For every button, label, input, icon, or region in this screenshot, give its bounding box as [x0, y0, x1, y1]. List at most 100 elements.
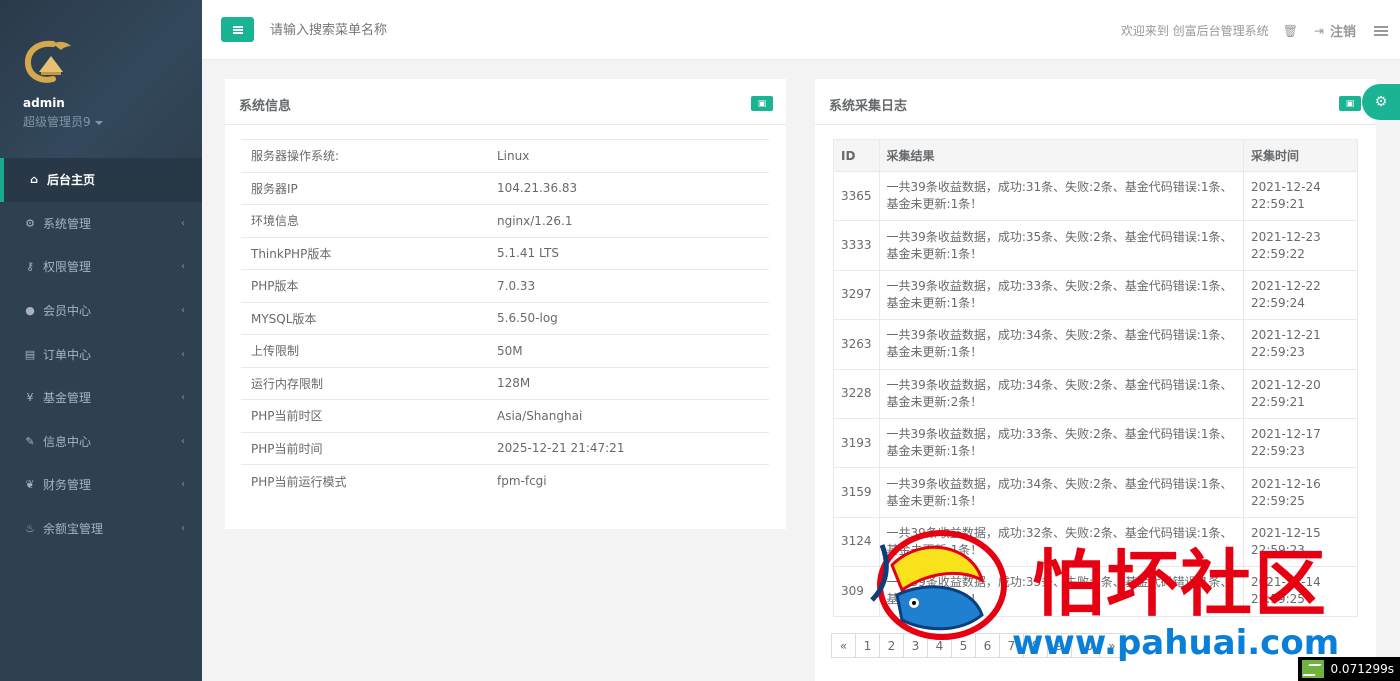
user-name[interactable]: admin: [23, 96, 202, 110]
fire-icon: ♨: [25, 522, 35, 536]
table-row: 3228 一共39条收益数据，成功:34条、失败:2条、基金代码错误:1条、基金未…: [833, 368, 1358, 419]
table-row: 3193 一共39条收益数据，成功:33条、失败:2条、基金代码错误:1条、基金未…: [833, 417, 1358, 469]
sidebar-item-label: 订单中心: [43, 347, 92, 362]
system-info-save-button[interactable]: ▣: [751, 96, 773, 111]
info-key: MYSQL版本: [241, 301, 487, 335]
page-link[interactable]: 9: [1047, 633, 1072, 658]
col-header-id[interactable]: ID: [833, 139, 880, 172]
save-icon: ▣: [1345, 98, 1355, 109]
info-row: PHP当前时区 Asia/Shanghai: [241, 399, 769, 432]
log-time: 2021-12-15 22:59:23: [1243, 516, 1358, 568]
key-icon: ⚷: [25, 260, 35, 274]
collect-log-table: ID 采集结果 采集时间 3365 一共39条收益数据，成功:31条、失败:2条、…: [833, 139, 1358, 617]
log-time: 2021-12-20 22:59:21: [1243, 368, 1358, 419]
page-link[interactable]: 3: [903, 633, 928, 658]
log-date: 2021-12-21: [1251, 328, 1321, 343]
log-date: 2021-12-17: [1251, 427, 1321, 442]
wrench-icon: ✎: [25, 434, 35, 448]
log-result: 一共39条收益数据，成功:33条、失败:2条、基金代码错误:1条、基金未更新:1…: [878, 269, 1245, 321]
log-id: 3333: [833, 220, 880, 271]
chevron-left-icon: ‹: [181, 305, 185, 317]
menu-search-input[interactable]: [270, 18, 570, 42]
log-clock: 22:59:24: [1251, 295, 1305, 310]
info-value: 50M: [487, 334, 769, 367]
info-value: 7.0.33: [487, 269, 769, 302]
log-clock: 22:59:25: [1251, 592, 1305, 607]
sidebar-item-5[interactable]: ¥ 基金管理 ‹: [0, 376, 202, 420]
page-link[interactable]: 2: [879, 633, 904, 658]
log-id: 3124: [833, 516, 880, 568]
table-row: 3159 一共39条收益数据，成功:34条、失败:2条、基金代码错误:1条、基金未…: [833, 467, 1358, 518]
menu-toggle-button[interactable]: [221, 17, 254, 42]
log-date: 2021-12-20: [1251, 377, 1321, 392]
theme-settings-button[interactable]: ⚙: [1362, 84, 1400, 120]
log-result: 一共39条收益数据，成功:34条、失败:2条、基金代码错误:1条、基金未更新:2…: [878, 368, 1245, 419]
col-header-time[interactable]: 采集时间: [1243, 139, 1358, 172]
log-id: 3365: [833, 170, 880, 222]
page-link[interactable]: 1: [855, 633, 880, 658]
sign-out-icon[interactable]: ⇥: [1314, 24, 1324, 38]
log-date: 2021-12-22: [1251, 278, 1321, 293]
table-row: 3124 一共39条收益数据，成功:32条、失败:2条、基金代码错误:1条、基金未…: [833, 516, 1358, 568]
info-key: PHP版本: [241, 269, 487, 302]
system-info-title: 系统信息: [239, 99, 292, 114]
trash-icon[interactable]: 🗑: [1283, 24, 1298, 38]
debug-logo-icon: [1302, 660, 1325, 678]
log-result: 一共39条收益数据，成功:31条、失败:2条、基金代码错误:1条、基金未更新:1…: [878, 170, 1245, 222]
page-link[interactable]: 5: [951, 633, 976, 658]
page-link[interactable]: 10: [1071, 633, 1101, 658]
system-info-table: 服务器操作系统: Linux 服务器IP 104.21.36.83 环境信息 nginx/…: [241, 139, 769, 497]
user-role-dropdown[interactable]: 超级管理员9: [23, 113, 202, 130]
sidebar-item-3[interactable]: ● 会员中心 ‹: [0, 289, 202, 333]
profile-area: admin 超级管理员9: [0, 0, 202, 158]
sidebar-item-6[interactable]: ✎ 信息中心 ‹: [0, 420, 202, 464]
info-key: 上传限制: [241, 334, 487, 367]
sidebar-item-7[interactable]: ❦ 财务管理 ‹: [0, 463, 202, 507]
log-time: 2021-12-23 22:59:22: [1243, 220, 1358, 271]
pagination: «1 2 3 4 5 6 7 8 9 10»: [831, 633, 1125, 658]
page-link[interactable]: 6: [975, 633, 1000, 658]
sidebar-item-4[interactable]: ▤ 订单中心 ‹: [0, 332, 202, 376]
info-value: fpm-fcgi: [487, 464, 769, 497]
info-key: 运行内存限制: [241, 366, 487, 400]
log-clock: 22:59:25: [1251, 493, 1305, 508]
home-icon: ⌂: [30, 173, 38, 187]
sidebar: admin 超级管理员9 ⌂ 后台主页 ⚙ 系统管理 ‹ ⚷ 权限管理 ‹ ● 会员中心 ‹ ▤ 订单中…: [0, 0, 202, 681]
logo-icon: [23, 38, 75, 84]
info-row: MYSQL版本 5.6.50-log: [241, 301, 769, 335]
page-link[interactable]: «: [831, 633, 856, 658]
info-row: PHP当前时间 2025-12-21 21:47:21: [241, 431, 769, 465]
collect-log-title: 系统采集日志: [829, 99, 908, 114]
page-link[interactable]: 4: [927, 633, 952, 658]
sidebar-item-label: 财务管理: [43, 478, 92, 493]
tasks-icon[interactable]: [1374, 25, 1388, 36]
log-clock: 22:59:23: [1251, 345, 1305, 360]
info-row: PHP当前运行模式 fpm-fcgi: [241, 464, 769, 497]
log-time: 2021-12-21 22:59:23: [1243, 319, 1358, 370]
collect-log-save-button[interactable]: ▣: [1339, 96, 1361, 111]
caret-down-icon: [94, 120, 103, 125]
chevron-left-icon: ‹: [181, 392, 185, 404]
logout-link[interactable]: 注销: [1330, 21, 1356, 40]
log-clock: 22:59:23: [1251, 542, 1305, 557]
page-link[interactable]: 7: [999, 633, 1024, 658]
log-date: 2021-12-15: [1251, 525, 1321, 540]
sidebar-item-8[interactable]: ♨ 余额宝管理 ‹: [0, 507, 202, 551]
info-value: 104.21.36.83: [487, 171, 769, 205]
col-header-result[interactable]: 采集结果: [878, 139, 1245, 172]
page-link[interactable]: »: [1099, 633, 1125, 658]
log-time: 2021-12-17 22:59:23: [1243, 417, 1358, 469]
info-row: 上传限制 50M: [241, 334, 769, 367]
log-id: 309: [833, 566, 880, 617]
sidebar-item-0[interactable]: ⌂ 后台主页: [0, 158, 202, 202]
page-timer: 0.071299s: [1298, 657, 1400, 681]
log-clock: 22:59:22: [1251, 246, 1305, 261]
user-icon: ●: [25, 304, 35, 318]
log-id: 3228: [833, 368, 880, 419]
sidebar-item-1[interactable]: ⚙ 系统管理 ‹: [0, 202, 202, 246]
collect-log-panel: 系统采集日志 ▣ ID 采集结果 采集时间 3365 一共39条收益数据，成功:3…: [815, 79, 1376, 681]
info-value: 128M: [487, 366, 769, 400]
page-link[interactable]: 8: [1023, 633, 1048, 658]
sidebar-item-2[interactable]: ⚷ 权限管理 ‹: [0, 245, 202, 289]
sidebar-item-label: 余额宝管理: [43, 522, 104, 537]
